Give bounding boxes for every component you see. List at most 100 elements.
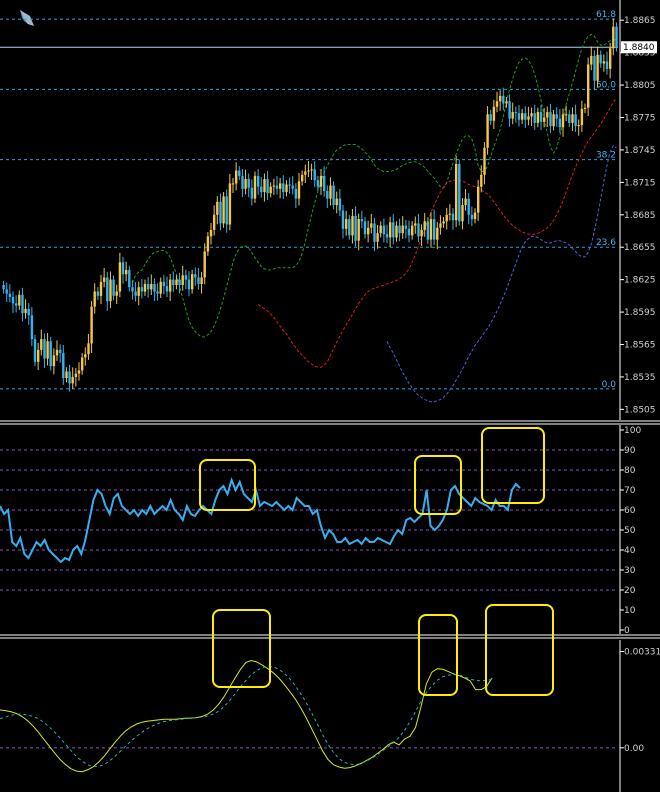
candle-body[interactable] xyxy=(203,251,206,278)
candle-body[interactable] xyxy=(508,101,511,119)
candle-body[interactable] xyxy=(499,95,502,102)
candle-body[interactable] xyxy=(455,164,458,221)
candle-body[interactable] xyxy=(338,198,342,211)
candle-body[interactable] xyxy=(191,274,194,290)
candle-body[interactable] xyxy=(398,225,401,234)
candle-body[interactable] xyxy=(612,26,615,49)
candle-body[interactable] xyxy=(316,180,320,187)
candle-body[interactable] xyxy=(121,262,125,275)
candle-body[interactable] xyxy=(150,284,153,290)
candle-body[interactable] xyxy=(90,306,93,344)
candle-body[interactable] xyxy=(162,281,166,287)
candle-body[interactable] xyxy=(250,187,254,199)
candle-body[interactable] xyxy=(43,339,46,359)
candle-body[interactable] xyxy=(536,112,540,123)
candle-body[interactable] xyxy=(511,112,514,119)
candle-body[interactable] xyxy=(194,274,197,278)
candle-body[interactable] xyxy=(599,54,602,64)
candle-body[interactable] xyxy=(414,223,417,226)
candle-body[interactable] xyxy=(477,186,480,213)
candle-body[interactable] xyxy=(30,315,34,340)
candle-body[interactable] xyxy=(332,185,335,206)
candle-body[interactable] xyxy=(297,181,301,199)
chart-canvas[interactable]: 1.88651.88351.88051.87751.87451.87151.86… xyxy=(0,0,660,792)
candle-body[interactable] xyxy=(492,106,496,121)
diamond-icon[interactable] xyxy=(20,10,34,26)
candle-body[interactable] xyxy=(115,291,118,296)
candle-body[interactable] xyxy=(99,281,103,296)
candle-body[interactable] xyxy=(15,303,18,306)
candle-body[interactable] xyxy=(580,108,584,126)
candle-body[interactable] xyxy=(96,291,100,296)
rsi-highlight-1[interactable] xyxy=(199,459,256,511)
candle-body[interactable] xyxy=(165,286,169,292)
candle-body[interactable] xyxy=(357,219,360,241)
candle-body[interactable] xyxy=(609,48,612,69)
candle-body[interactable] xyxy=(169,279,172,292)
candle-body[interactable] xyxy=(379,225,382,234)
candle-body[interactable] xyxy=(376,233,379,242)
candle-body[interactable] xyxy=(445,214,448,222)
candle-body[interactable] xyxy=(288,184,291,186)
candle-body[interactable] xyxy=(269,186,272,194)
candle-body[interactable] xyxy=(5,289,8,294)
candle-body[interactable] xyxy=(442,221,445,224)
candle-body[interactable] xyxy=(439,223,442,228)
candle-body[interactable] xyxy=(319,175,323,187)
candle-body[interactable] xyxy=(360,219,364,222)
candle-body[interactable] xyxy=(373,223,376,242)
candle-body[interactable] xyxy=(587,64,590,108)
candle-body[interactable] xyxy=(464,198,467,206)
candle-body[interactable] xyxy=(301,174,304,182)
candle-body[interactable] xyxy=(389,222,392,238)
candle-body[interactable] xyxy=(505,101,508,104)
candle-body[interactable] xyxy=(530,113,533,117)
candle-body[interactable] xyxy=(181,275,184,285)
candle-body[interactable] xyxy=(109,279,112,302)
candle-body[interactable] xyxy=(24,308,27,314)
candle-body[interactable] xyxy=(461,205,464,222)
candle-body[interactable] xyxy=(382,225,386,235)
candle-body[interactable] xyxy=(436,227,439,240)
candle-body[interactable] xyxy=(294,188,298,199)
candle-body[interactable] xyxy=(143,284,147,292)
candle-body[interactable] xyxy=(502,95,505,104)
candle-body[interactable] xyxy=(275,185,279,189)
candle-body[interactable] xyxy=(62,353,65,378)
macd-panel[interactable]: 0.00331 0.00 xyxy=(0,604,660,773)
candle-body[interactable] xyxy=(291,185,294,189)
candle-body[interactable] xyxy=(11,296,15,304)
candle-body[interactable] xyxy=(407,228,411,236)
candle-body[interactable] xyxy=(253,175,257,199)
candle-body[interactable] xyxy=(555,114,558,119)
candle-body[interactable] xyxy=(335,198,338,206)
candle-body[interactable] xyxy=(134,291,137,296)
candle-body[interactable] xyxy=(2,285,5,290)
candle-body[interactable] xyxy=(323,175,326,191)
candle-body[interactable] xyxy=(200,277,203,285)
candle-body[interactable] xyxy=(197,277,200,285)
candle-body[interactable] xyxy=(514,112,518,114)
candle-body[interactable] xyxy=(49,341,52,367)
candle-body[interactable] xyxy=(351,215,354,236)
candle-body[interactable] xyxy=(577,125,580,127)
candle-body[interactable] xyxy=(411,225,414,236)
candle-body[interactable] xyxy=(21,294,24,314)
candle-body[interactable] xyxy=(137,287,140,296)
candle-body[interactable] xyxy=(470,214,474,220)
candle-body[interactable] xyxy=(260,186,263,193)
candle-body[interactable] xyxy=(326,191,329,199)
candle-body[interactable] xyxy=(539,112,543,122)
candle-body[interactable] xyxy=(561,114,565,128)
macd-highlight-2[interactable] xyxy=(418,614,458,696)
candle-body[interactable] xyxy=(483,147,486,175)
candle-body[interactable] xyxy=(489,114,492,121)
candle-body[interactable] xyxy=(392,222,395,238)
candle-body[interactable] xyxy=(448,213,452,215)
candle-body[interactable] xyxy=(33,339,37,362)
candle-body[interactable] xyxy=(228,183,232,225)
candle-body[interactable] xyxy=(596,54,599,81)
macd-highlight-3[interactable] xyxy=(485,604,554,696)
candle-body[interactable] xyxy=(103,277,106,282)
candle-body[interactable] xyxy=(125,269,128,275)
